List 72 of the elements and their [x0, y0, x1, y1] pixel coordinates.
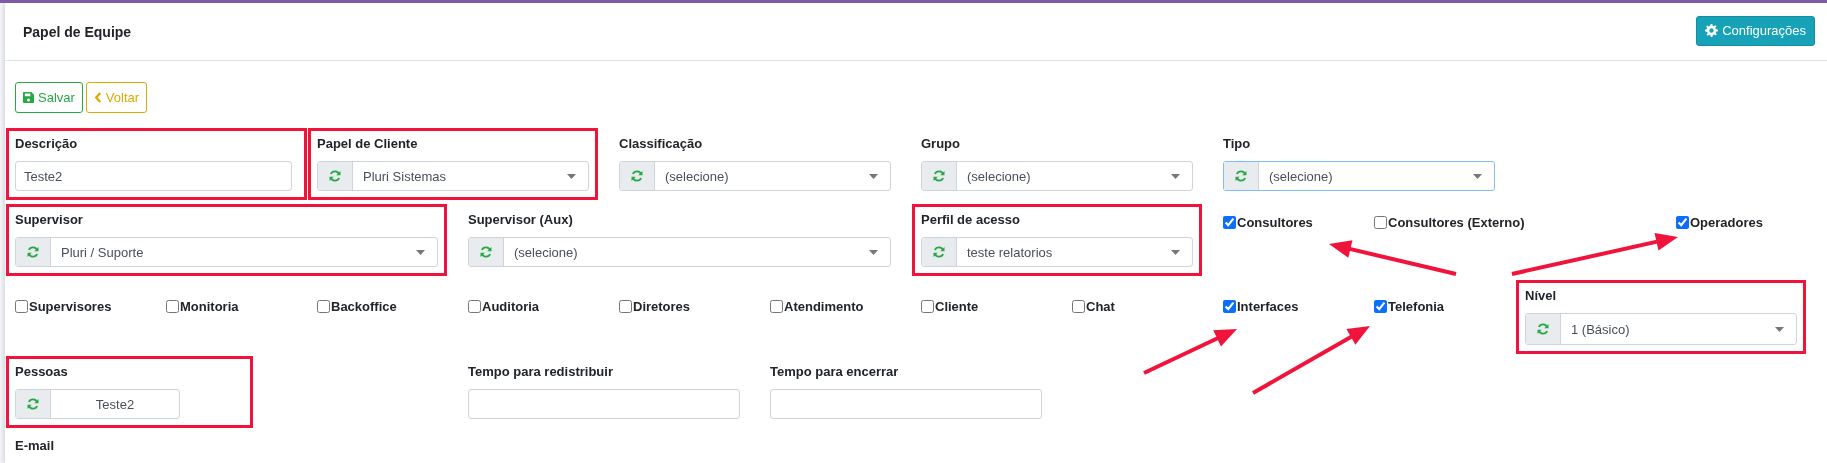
page-title: Papel de Equipe	[23, 23, 132, 40]
dropdown[interactable]: (selecione)	[619, 161, 891, 191]
refresh-icon	[27, 398, 39, 410]
refresh-icon	[27, 246, 39, 258]
dropdown[interactable]: Pluri / Suporte	[15, 237, 438, 267]
refresh-icon	[329, 170, 341, 182]
lookup-field[interactable]: Teste2	[15, 389, 180, 419]
checkbox-label: Diretores	[633, 299, 691, 314]
dropdown[interactable]: teste relatorios	[921, 237, 1193, 267]
refresh-icon	[631, 170, 643, 182]
refresh-icon	[480, 246, 492, 258]
floppy-icon	[23, 92, 34, 103]
checkbox[interactable]	[1223, 216, 1236, 229]
field-label: Tipo	[1223, 135, 1251, 153]
field-label: Pessoas	[15, 363, 68, 381]
checkbox[interactable]	[770, 300, 783, 313]
checkbox-label: Auditoria	[482, 299, 540, 314]
gear-icon	[1705, 24, 1719, 37]
field-label: Supervisor (Aux)	[468, 211, 573, 229]
refresh-icon	[933, 170, 945, 182]
field-label: E-mail	[15, 437, 54, 455]
input-field[interactable]	[770, 389, 1042, 419]
checkbox-label: Operadores	[1690, 215, 1763, 230]
dropdown[interactable]: (selecione)	[468, 237, 891, 267]
checkbox[interactable]	[1223, 300, 1236, 313]
field-label: Perfil de acesso	[921, 211, 1020, 229]
field-label: Grupo	[921, 135, 960, 153]
checkbox[interactable]	[317, 300, 330, 313]
field-label: Papel de Cliente	[317, 135, 418, 153]
field-label: Supervisor	[15, 211, 83, 229]
checkbox[interactable]	[166, 300, 179, 313]
caret-icon	[1473, 173, 1482, 179]
checkbox[interactable]	[1676, 216, 1689, 229]
field-label: Classificação	[619, 135, 703, 153]
field-label: Nível	[1525, 287, 1557, 305]
input-field[interactable]: Teste2	[15, 161, 292, 191]
checkbox-label: Consultores (Externo)	[1388, 215, 1525, 230]
checkbox-label: Chat	[1086, 299, 1115, 314]
field-label: Descrição	[15, 135, 78, 153]
caret-icon	[567, 173, 576, 179]
caret-icon	[869, 173, 878, 179]
caret-icon	[1171, 173, 1180, 179]
checkbox-label: Monitoria	[180, 299, 239, 314]
checkbox[interactable]	[921, 300, 934, 313]
caret-icon	[1171, 249, 1180, 255]
checkbox[interactable]	[1374, 216, 1387, 229]
refresh-icon	[933, 246, 945, 258]
caret-icon	[1775, 326, 1784, 332]
checkbox[interactable]	[15, 300, 28, 313]
caret-icon	[869, 249, 878, 255]
checkbox-label: Interfaces	[1237, 299, 1299, 314]
checkbox[interactable]	[1374, 300, 1387, 313]
dropdown[interactable]: 1 (Básico)	[1525, 313, 1797, 345]
caret-icon	[416, 249, 425, 255]
field-label: Tempo para encerrar	[770, 363, 899, 381]
checkbox-label: Cliente	[935, 299, 979, 314]
checkbox-label: Supervisores	[29, 299, 112, 314]
checkbox[interactable]	[1072, 300, 1085, 313]
dropdown[interactable]: (selecione)	[1223, 161, 1495, 191]
checkbox-label: Consultores	[1237, 215, 1313, 230]
input-field[interactable]	[468, 389, 740, 419]
chevron-left-icon	[93, 92, 102, 103]
checkbox-label: Telefonia	[1388, 299, 1445, 314]
refresh-icon	[1235, 170, 1247, 182]
refresh-icon	[1537, 323, 1549, 335]
checkbox[interactable]	[619, 300, 632, 313]
dropdown[interactable]: (selecione)	[921, 161, 1193, 191]
dropdown[interactable]: Pluri Sistemas	[317, 161, 589, 191]
field-label: Tempo para redistribuir	[468, 363, 613, 381]
checkbox-label: Backoffice	[331, 299, 397, 314]
checkbox-label: Atendimento	[784, 299, 864, 314]
checkbox[interactable]	[468, 300, 481, 313]
